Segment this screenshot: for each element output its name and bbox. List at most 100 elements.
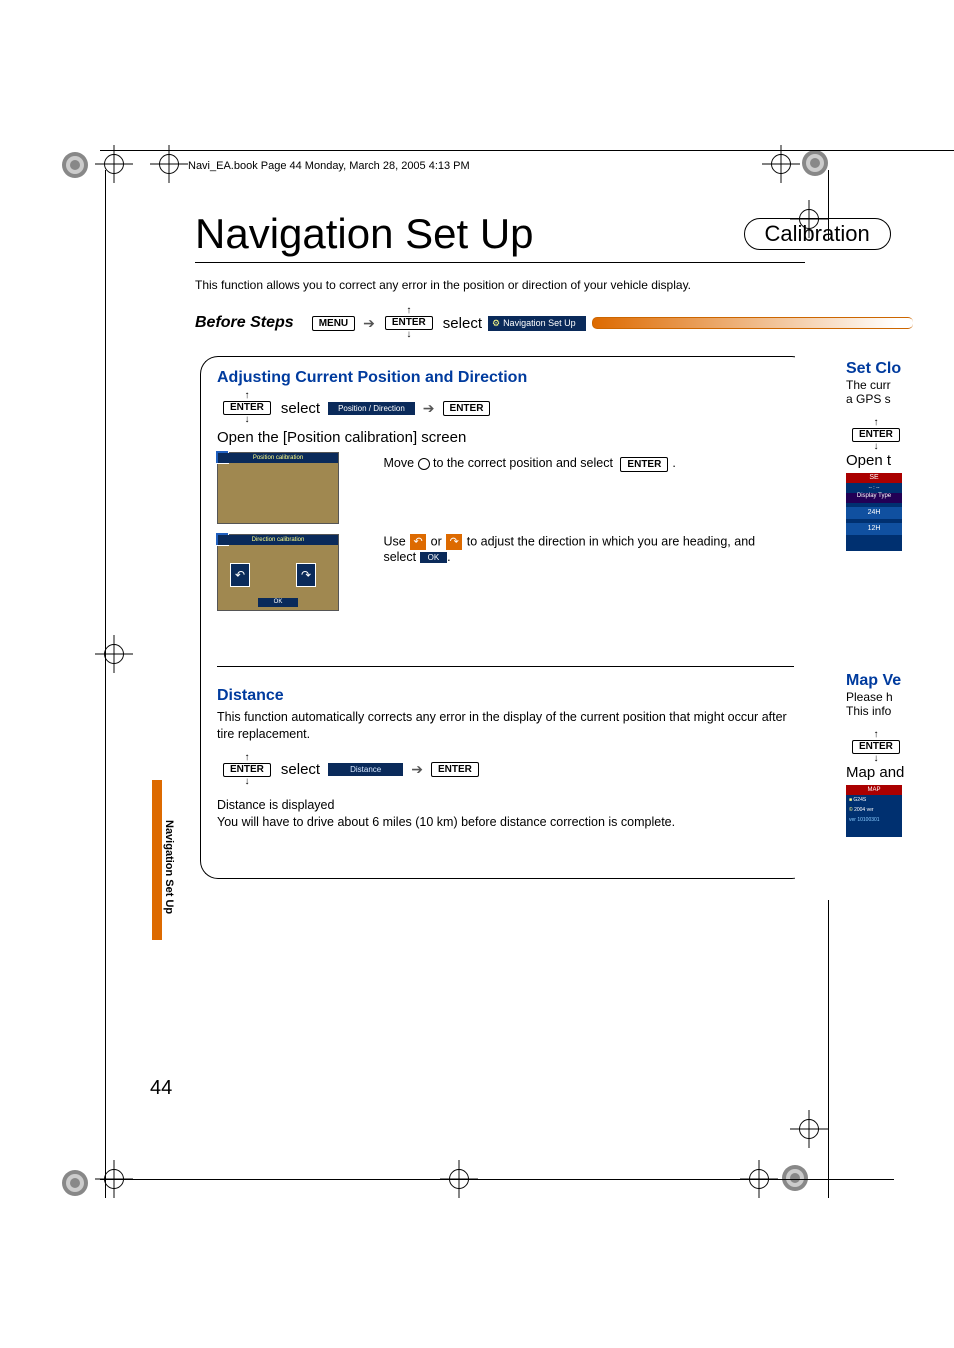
enter-button[interactable]: ENTER — [431, 762, 479, 777]
right-line: Please h — [846, 690, 954, 704]
use-text-a: Use — [383, 534, 409, 548]
arrow-up-icon: ↑ — [406, 306, 411, 316]
enter-button-stack[interactable]: ↑ ENTER ↓ — [848, 730, 904, 764]
distance-note: You will have to drive about 6 miles (10… — [217, 814, 794, 831]
right-title-map: Map Ve — [846, 672, 954, 690]
page-title: Navigation Set Up — [195, 210, 534, 258]
map-version-thumb: MAP ■ G24S © 2004 ver ver 10100301 — [846, 785, 902, 837]
mask — [795, 355, 825, 880]
enter-button[interactable]: ENTER — [620, 457, 668, 472]
target-icon — [60, 150, 90, 180]
header-rule — [100, 150, 954, 151]
section-heading-adjusting: Adjusting Current Position and Direction — [217, 369, 794, 387]
clock-thumb: SE -- : -- Display Type 24H 12H — [846, 473, 902, 551]
main-content-box: Adjusting Current Position and Direction… — [200, 356, 810, 879]
arrow-right-icon: ➔ — [423, 400, 435, 417]
arrow-up-icon: ↑ — [244, 753, 249, 763]
enter-button-stack[interactable]: ↑ ENTER ↓ — [848, 418, 904, 452]
arrow-right-icon: ➔ — [363, 315, 375, 332]
target-icon — [800, 148, 830, 178]
nav-setup-label: Navigation Set Up — [503, 318, 576, 328]
before-steps-label: Before Steps — [195, 314, 294, 332]
enter-button[interactable]: ENTER — [852, 740, 900, 754]
target-icon — [780, 1163, 810, 1193]
right-title-clock: Set Clo — [846, 360, 954, 378]
wrench-icon: ⚙ — [492, 318, 500, 329]
section-divider — [217, 666, 794, 667]
rotate-right-icon[interactable]: ↷ — [446, 534, 462, 550]
arrow-up-icon: ↑ — [873, 730, 878, 740]
section-heading-distance: Distance — [217, 687, 794, 705]
arrow-down-icon: ↓ — [873, 442, 878, 452]
enter-button-stack[interactable]: ↑ ENTER ↓ — [219, 753, 275, 787]
calibration-pill: Calibration — [744, 218, 891, 250]
title-row: Navigation Set Up Calibration — [195, 210, 914, 258]
reg-mark-icon — [95, 635, 133, 673]
enter-button-stack[interactable]: ↑ ENTER ↓ — [219, 391, 275, 425]
map-row: © 2004 ver — [846, 805, 902, 815]
before-steps-row: Before Steps MENU ➔ ↑ ENTER ↓ select ⚙Na… — [195, 306, 913, 340]
right-panel-clock: Set Clo The curr a GPS s ↑ ENTER ↓ Open … — [846, 360, 954, 551]
distance-chip[interactable]: Distance — [328, 763, 403, 776]
distance-body: This function automatically corrects any… — [217, 709, 794, 743]
header-text: Navi_EA.book Page 44 Monday, March 28, 2… — [188, 160, 470, 172]
map-row-2: Direction calibration ↶↷ OK Use ↶ or ↷ t… — [217, 524, 794, 611]
select-text: select — [281, 400, 320, 417]
frame-line — [105, 170, 106, 1198]
side-section-label: Navigation Set Up — [163, 820, 175, 914]
compass-icon — [264, 563, 282, 585]
arrow-down-icon: ↓ — [873, 754, 878, 764]
position-calibration-thumb: Position calibration — [217, 452, 339, 524]
enter-button[interactable]: ENTER — [443, 401, 491, 416]
position-direction-chip[interactable]: Position / Direction — [328, 402, 415, 415]
period: . — [672, 456, 675, 470]
clock-thumb-header: SE — [846, 473, 902, 483]
reg-mark-icon — [790, 1110, 828, 1148]
thumb-caption: Position calibration — [218, 453, 338, 463]
thumb-caption: Direction calibration — [218, 535, 338, 545]
menu-button[interactable]: MENU — [312, 316, 355, 331]
gradient-bar-icon — [592, 317, 913, 329]
move-text-b: to the correct position and select — [433, 456, 616, 470]
ok-chip[interactable]: OK — [420, 552, 448, 563]
crosshair-icon — [418, 458, 430, 470]
map-row-1: Position calibration Move to the correct… — [217, 446, 794, 524]
right-line: a GPS s — [846, 392, 954, 406]
right-open: Open t — [846, 452, 954, 469]
right-line: The curr — [846, 378, 954, 392]
enter-button[interactable]: ENTER — [223, 401, 271, 415]
period: . — [447, 550, 450, 564]
map-thumb-header: MAP — [846, 785, 902, 795]
select-text: select — [443, 315, 482, 332]
thumb-arrows: ↶↷ — [230, 563, 316, 587]
use-or: or — [431, 534, 446, 548]
move-text-a: Move — [383, 456, 417, 470]
arrow-down-icon: ↓ — [244, 777, 249, 787]
24h-row: 24H — [846, 507, 902, 519]
right-line: This info — [846, 704, 954, 718]
arrow-up-icon: ↑ — [873, 418, 878, 428]
select-text: select — [281, 761, 320, 778]
direction-calibration-thumb: Direction calibration ↶↷ OK — [217, 534, 339, 611]
nav-setup-chip[interactable]: ⚙Navigation Set Up — [488, 316, 586, 331]
display-type-label: Display Type — [846, 493, 902, 503]
right-open: Map and — [846, 764, 954, 781]
map-row: ver 10100301 — [846, 815, 902, 825]
frame-line — [100, 1179, 894, 1180]
enter-button[interactable]: ENTER — [223, 763, 271, 777]
enter-button-stack[interactable]: ↑ ENTER ↓ — [381, 306, 437, 340]
page-number: 44 — [150, 1077, 172, 1100]
map-desc-2: Use ↶ or ↷ to adjust the direction in wh… — [383, 534, 783, 564]
step-line-posdir: ↑ ENTER ↓ select Position / Direction ➔ … — [217, 391, 794, 425]
distance-displayed: Distance is displayed — [217, 797, 794, 814]
rotate-left-icon[interactable]: ↶ — [410, 534, 426, 550]
right-panel-map: Map Ve Please h This info ↑ ENTER ↓ Map … — [846, 672, 954, 837]
map-desc-1: Move to the correct position and select … — [383, 456, 675, 472]
side-tab — [152, 780, 162, 940]
enter-button[interactable]: ENTER — [385, 316, 433, 330]
open-position-text: Open the [Position calibration] screen — [217, 429, 794, 446]
target-icon — [60, 1168, 90, 1198]
page: Navi_EA.book Page 44 Monday, March 28, 2… — [0, 0, 954, 1348]
step-line-distance: ↑ ENTER ↓ select Distance ➔ ENTER — [217, 753, 794, 787]
enter-button[interactable]: ENTER — [852, 428, 900, 442]
